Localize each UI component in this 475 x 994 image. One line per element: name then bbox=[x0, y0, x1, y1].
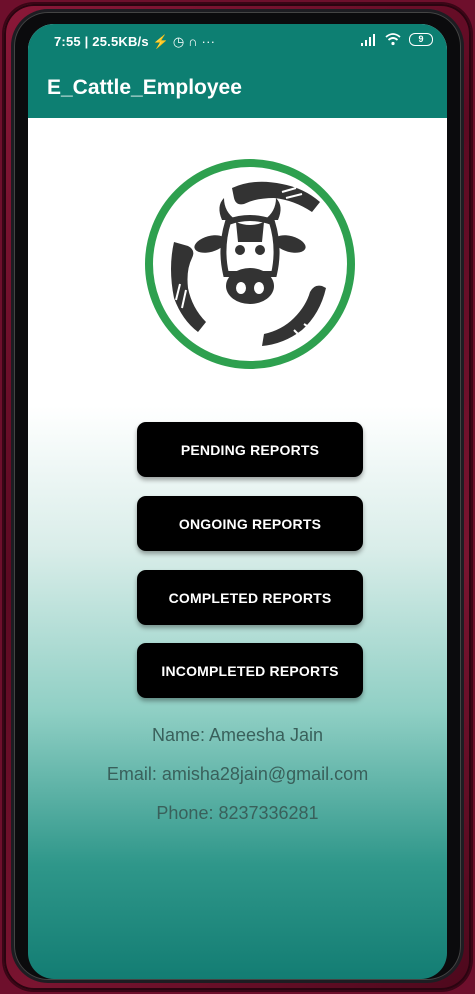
profile-name: Name: Ameesha Jain bbox=[151, 725, 324, 745]
status-bar: 7:55 | 25.5KB/s ⚡ ◷ ∩ ··· 9 bbox=[28, 24, 447, 60]
pending-reports-button[interactable]: PENDING REPORTS bbox=[137, 422, 363, 477]
phone-screen: 7:55 | 25.5KB/s ⚡ ◷ ∩ ··· 9 E_Cattle_Emp… bbox=[28, 24, 447, 979]
profile-email: Email: amisha28jain@gmail.com bbox=[106, 764, 369, 784]
status-time-speed: 7:55 | 25.5KB/s bbox=[54, 34, 149, 49]
cattle-care-logo-icon bbox=[145, 159, 355, 369]
profile-phone: Phone: 8237336281 bbox=[156, 803, 319, 823]
signal-icon bbox=[361, 33, 375, 46]
app-title: E_Cattle_Employee bbox=[47, 76, 242, 99]
wifi-icon bbox=[385, 33, 401, 46]
incompleted-reports-button[interactable]: INCOMPLETED REPORTS bbox=[137, 643, 363, 698]
status-time: 7:55 | 25.5KB/s ⚡ ◷ ∩ ··· bbox=[54, 34, 215, 50]
status-notification-icons: ⚡ ◷ ∩ ··· bbox=[152, 34, 216, 49]
completed-reports-button[interactable]: COMPLETED REPORTS bbox=[137, 570, 363, 625]
battery-icon: 9 bbox=[409, 33, 433, 46]
status-right-icons: 9 bbox=[361, 33, 433, 46]
app-bar: E_Cattle_Employee bbox=[28, 60, 447, 118]
ongoing-reports-button[interactable]: ONGOING REPORTS bbox=[137, 496, 363, 551]
